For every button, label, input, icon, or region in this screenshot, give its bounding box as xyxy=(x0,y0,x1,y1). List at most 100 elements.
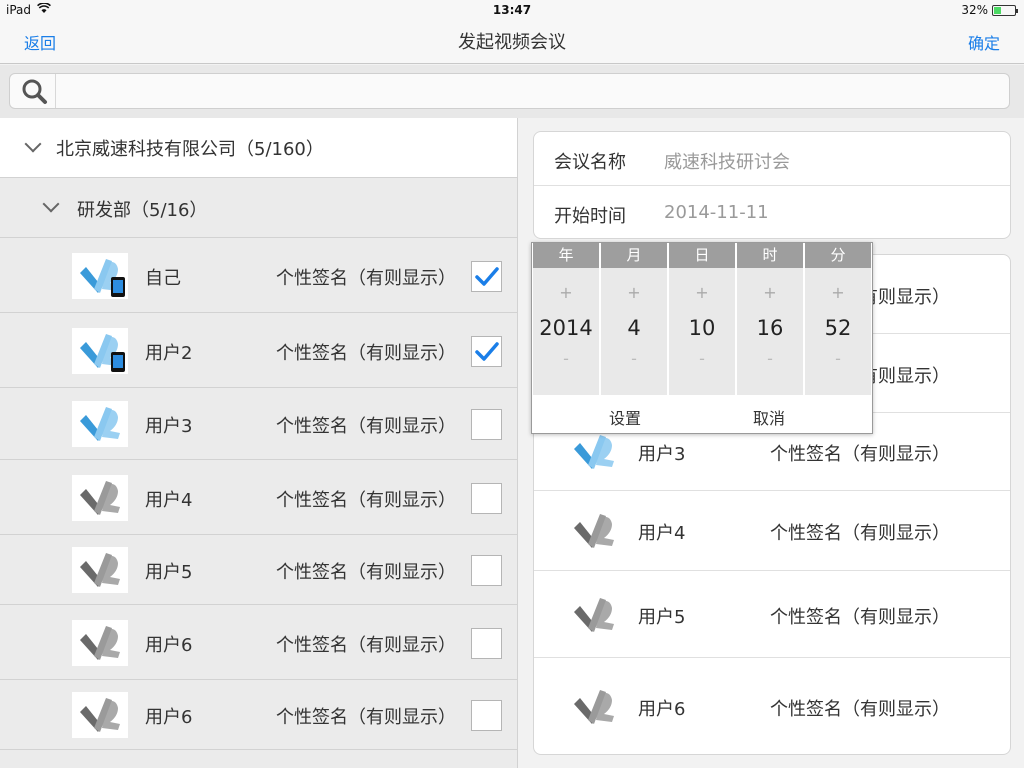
picker-column-month[interactable]: 月 +4 - xyxy=(601,243,667,395)
picker-column-header: 分 xyxy=(805,243,871,268)
member-row[interactable]: 用户6 个性签名（有则显示） xyxy=(0,605,518,680)
increment-button[interactable]: + xyxy=(805,281,871,305)
department-group-header[interactable]: 研发部（5/16） xyxy=(0,178,517,238)
department-name: 研发部（5/16） xyxy=(77,200,208,221)
contact-tree-panel: 北京威速科技有限公司（5/160） 研发部（5/16） 自己 个性签名（有则显示）… xyxy=(0,118,518,768)
member-row[interactable]: 自己 个性签名（有则显示） xyxy=(0,238,518,313)
member-checkbox[interactable] xyxy=(471,409,502,440)
battery-icon xyxy=(992,4,1018,16)
increment-button[interactable]: + xyxy=(737,281,803,305)
search-input[interactable] xyxy=(9,73,1010,109)
participant-name: 用户6 xyxy=(638,699,686,720)
picker-value[interactable]: 52 xyxy=(805,313,871,343)
member-checkbox[interactable] xyxy=(471,627,502,659)
participant-name: 用户4 xyxy=(638,523,686,544)
participant-signature: 个性签名（有则显示） xyxy=(770,606,950,628)
start-time-field[interactable]: 开始时间 2014-11-11 xyxy=(534,186,1010,240)
picker-column-day[interactable]: 日 +10 - xyxy=(669,243,735,395)
selected-participant-row[interactable]: 用户6 个性签名（有则显示） xyxy=(534,658,1010,754)
member-name: 用户5 xyxy=(145,562,193,583)
member-name: 用户6 xyxy=(145,707,193,728)
avatar xyxy=(72,547,128,593)
picker-value[interactable]: 4 xyxy=(601,313,667,343)
increment-button[interactable]: + xyxy=(601,281,667,305)
picker-cancel-button[interactable]: 取消 xyxy=(753,405,785,429)
search-icon[interactable] xyxy=(10,74,56,108)
participant-signature: 个性签名（有则显示） xyxy=(770,523,950,544)
avatar xyxy=(566,684,622,730)
decrement-button[interactable]: - xyxy=(737,347,803,371)
participant-signature: 个性签名（有则显示） xyxy=(770,444,950,465)
decrement-button[interactable]: - xyxy=(533,347,599,371)
picker-column-header: 日 xyxy=(669,243,735,268)
avatar xyxy=(566,429,622,475)
member-checkbox[interactable] xyxy=(471,260,502,295)
member-checkbox[interactable] xyxy=(471,700,502,731)
decrement-button[interactable]: - xyxy=(669,347,735,371)
avatar xyxy=(566,591,622,638)
start-time-label: 开始时间 xyxy=(554,206,626,227)
increment-button[interactable]: + xyxy=(669,281,735,305)
member-row[interactable]: 用户3 个性签名（有则显示） xyxy=(0,388,518,460)
selected-participant-row[interactable]: 用户5 个性签名（有则显示） xyxy=(534,571,1010,658)
avatar xyxy=(72,474,128,521)
member-row[interactable]: 用户2 个性签名（有则显示） xyxy=(0,313,518,388)
participant-name: 用户5 xyxy=(638,606,686,628)
company-name: 北京威速科技有限公司（5/160） xyxy=(56,139,324,160)
member-name: 自己 xyxy=(145,267,181,289)
picker-column-hour[interactable]: 时 +16 - xyxy=(737,243,803,395)
decrement-button[interactable]: - xyxy=(805,347,871,371)
clock: 13:47 xyxy=(492,3,532,17)
member-name: 用户4 xyxy=(145,489,193,511)
avatar xyxy=(566,508,622,554)
selected-participant-row[interactable]: 用户4 个性签名（有则显示） xyxy=(534,491,1010,571)
member-name: 用户6 xyxy=(145,634,193,656)
member-signature: 个性签名（有则显示） xyxy=(276,342,456,364)
member-signature: 个性签名（有则显示） xyxy=(276,267,456,289)
picker-column-minute[interactable]: 分 +52 - xyxy=(805,243,871,395)
start-time-value[interactable]: 2014-11-11 xyxy=(664,202,769,223)
navigation-bar: 返回 发起视频会议 确定 xyxy=(0,20,1024,64)
member-name: 用户2 xyxy=(145,342,193,364)
checkmark-icon xyxy=(472,266,501,295)
chevron-down-icon xyxy=(24,135,42,153)
member-checkbox[interactable] xyxy=(471,482,502,514)
member-signature: 个性签名（有则显示） xyxy=(276,634,456,656)
confirm-button[interactable]: 确定 xyxy=(968,30,1000,54)
datetime-picker: 年 +2014- 月 +4- 日 +10- 时 +16- 分 +52- 设置 取消 xyxy=(531,242,873,434)
member-row[interactable]: 用户5 个性签名（有则显示） xyxy=(0,535,518,605)
member-signature: 个性签名（有则显示） xyxy=(276,562,456,583)
meeting-name-field[interactable]: 会议名称 威速科技研讨会 xyxy=(534,132,1010,186)
picker-value[interactable]: 16 xyxy=(737,313,803,343)
picker-value[interactable]: 2014 xyxy=(533,313,599,343)
member-row[interactable]: 用户6 个性签名（有则显示） xyxy=(0,680,518,750)
member-checkbox[interactable] xyxy=(471,555,502,586)
search-bar xyxy=(0,65,1024,118)
page-title: 发起视频会议 xyxy=(458,32,566,53)
member-signature: 个性签名（有则显示） xyxy=(276,707,456,728)
company-group-header[interactable]: 北京威速科技有限公司（5/160） xyxy=(0,118,517,178)
decrement-button[interactable]: - xyxy=(601,347,667,371)
meeting-name-label: 会议名称 xyxy=(554,152,626,173)
member-row[interactable]: 用户4 个性签名（有则显示） xyxy=(0,460,518,535)
battery-percent: 32% xyxy=(961,3,988,17)
picker-column-header: 月 xyxy=(601,243,667,268)
status-bar: iPad 13:47 32% xyxy=(0,0,1024,20)
avatar xyxy=(72,692,128,738)
picker-column-year[interactable]: 年 +2014 - xyxy=(533,243,599,395)
picker-set-button[interactable]: 设置 xyxy=(609,405,641,429)
avatar xyxy=(72,401,128,447)
meeting-name-value[interactable]: 威速科技研讨会 xyxy=(664,148,790,174)
member-signature: 个性签名（有则显示） xyxy=(276,489,456,511)
picker-column-header: 年 xyxy=(533,243,599,268)
member-signature: 个性签名（有则显示） xyxy=(276,416,456,437)
participant-signature: 个性签名（有则显示） xyxy=(770,699,950,720)
chevron-down-icon xyxy=(42,195,60,213)
checkmark-icon xyxy=(472,341,501,370)
picker-value[interactable]: 10 xyxy=(669,313,735,343)
increment-button[interactable]: + xyxy=(533,281,599,305)
member-checkbox[interactable] xyxy=(471,335,502,370)
meeting-form-panel: 会议名称 威速科技研讨会 开始时间 2014-11-11 个性签名（有则显示） 个… xyxy=(519,118,1024,768)
avatar xyxy=(72,327,128,374)
member-name: 用户3 xyxy=(145,416,193,437)
